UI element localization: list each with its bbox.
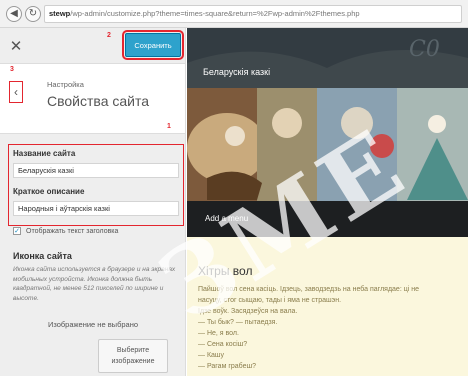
tagline-label: Краткое описание: [13, 187, 85, 196]
post-content: Пайшоў вол сена касіць. Ідзець, заводзед…: [198, 284, 466, 372]
annotation-marker-2: 2: [107, 32, 111, 39]
annotation-marker-3: 3: [10, 66, 14, 73]
header-overlay: [187, 28, 468, 88]
add-menu-link[interactable]: Add a menu: [205, 214, 248, 223]
tagline-input[interactable]: Народныя і аўтарскія казкі: [13, 201, 179, 216]
customizer-header: ✕ 2 Сохранить: [0, 28, 185, 64]
annotation-marker-1: 1: [167, 123, 171, 130]
site-icon-title: Иконка сайта: [13, 251, 72, 261]
site-title-input[interactable]: Беларускія казкі: [13, 163, 179, 178]
back-chevron-icon[interactable]: ‹: [9, 81, 23, 103]
close-icon[interactable]: ✕: [4, 34, 28, 58]
no-image-selected-text: Изображение не выбрано: [47, 320, 139, 329]
choose-image-button[interactable]: Выберите изображение: [98, 339, 168, 373]
display-header-text-row[interactable]: ✓ Отображать текст заголовка: [13, 227, 118, 235]
choose-image-label-2: изображение: [111, 358, 155, 365]
customizer-sidebar: ✕ 2 Сохранить 3 ‹ Настройка Свойства сай…: [0, 28, 186, 376]
post-line: Пайшоў вол сена касіць. Ідзець, заводзед…: [198, 286, 419, 293]
site-preview: C0 Беларускія казкі Add a menu Хітры вол…: [187, 28, 468, 376]
post-line: — Рагам грабеш?: [198, 363, 256, 370]
header-image: C0 Беларускія казкі Add a menu: [187, 28, 468, 237]
section-header: 3 ‹ Настройка Свойства сайта 1: [0, 64, 185, 134]
post-line: — Сена косіш?: [198, 341, 248, 348]
post-line: Ідзе воўк. Засядзеўся на вала.: [198, 308, 298, 315]
breadcrumb: Настройка: [47, 80, 84, 89]
section-title: Свойства сайта: [47, 93, 150, 109]
post-title[interactable]: Хітры вол: [198, 264, 252, 278]
url-path: /wp-admin/customize.php?theme=times-squa…: [70, 9, 360, 18]
display-header-text-label: Отображать текст заголовка: [26, 227, 119, 235]
site-icon-description: Иконка сайта используется в браузере и н…: [13, 266, 176, 302]
url-host: stewp: [49, 9, 71, 18]
choose-image-label-1: Выберите: [116, 347, 150, 354]
post-line: — Ты бык? — пытаедзя.: [198, 319, 278, 326]
reload-icon[interactable]: ↻: [25, 5, 41, 22]
display-header-text-checkbox[interactable]: ✓: [13, 227, 21, 235]
post-line: насуцу, стог сыщаю, тады і яма не страшэ…: [198, 297, 342, 304]
post-line: — Не, я вол.: [198, 330, 239, 337]
address-bar[interactable]: stewp/wp-admin/customize.php?theme=times…: [44, 4, 462, 23]
back-arrow-icon[interactable]: ◀: [6, 5, 22, 22]
site-title-label: Название сайта: [13, 149, 76, 158]
browser-toolbar: ◀ ↻ stewp/wp-admin/customize.php?theme=t…: [0, 0, 468, 28]
save-button[interactable]: Сохранить: [122, 30, 184, 60]
site-identity-fields: Название сайта Беларускія казкі Краткое …: [8, 144, 184, 226]
preview-site-title[interactable]: Беларускія казкі: [203, 67, 270, 77]
post-line: — Кашу: [198, 352, 225, 359]
